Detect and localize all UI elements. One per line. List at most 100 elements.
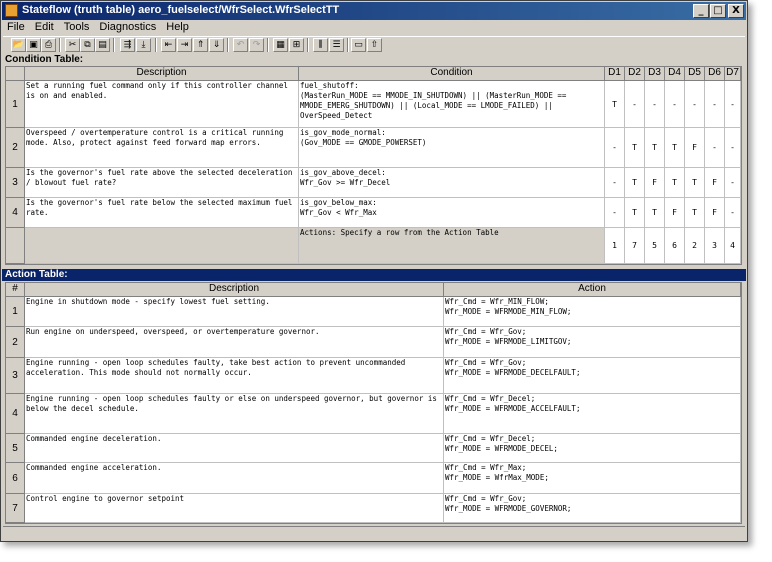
condition-description-cell[interactable]: Set a running fuel command only if this … [25,81,299,128]
decision-cell[interactable]: T [665,128,685,168]
cut-icon[interactable]: ✂ [65,38,80,52]
decision-cell[interactable]: F [705,198,725,228]
action-code-cell[interactable]: Wfr_Cmd = Wfr_Decel; Wfr_MODE = WFRMODE_… [444,394,741,434]
edit-data-icon[interactable]: ⇶ [120,38,135,52]
decision-cell[interactable]: - [605,168,625,198]
col-header-d6[interactable]: D6 [705,67,725,81]
maximize-button[interactable]: □ [710,4,726,18]
action-row-number[interactable]: 3 [6,358,25,394]
append-row-icon[interactable]: ⤓ [136,38,151,52]
action-description-cell[interactable]: Engine running - open loop schedules fau… [25,358,444,394]
condition-expression-cell[interactable]: is_gov_below_max: Wfr_Gov < Wfr_Max [299,198,605,228]
condition-expression-cell[interactable]: fuel_shutoff: (MasterRun_MODE == MMODE_I… [299,81,605,128]
insert-column-icon[interactable]: ⫼ [313,38,328,52]
decision-cell[interactable]: T [685,168,705,198]
decision-cell[interactable]: - [625,81,645,128]
decision-cell[interactable]: F [705,168,725,198]
action-code-cell[interactable]: Wfr_Cmd = Wfr_Gov; Wfr_MODE = WFRMODE_LI… [444,327,741,358]
decision-cell[interactable]: - [725,168,741,198]
decision-cell[interactable]: - [705,128,725,168]
decision-cell[interactable]: F [665,198,685,228]
action-row-number[interactable]: 1 [6,297,25,327]
action-row-number[interactable]: 5 [6,434,25,463]
menu-file[interactable]: File [2,20,30,34]
move-left-icon[interactable]: ⇤ [161,38,176,52]
decision-cell[interactable]: T [645,128,665,168]
decision-cell[interactable]: - [645,81,665,128]
condition-description-cell[interactable]: Is the governor's fuel rate above the se… [25,168,299,198]
decision-cell[interactable]: - [605,198,625,228]
move-up-icon[interactable]: ⇑ [193,38,208,52]
decision-cell[interactable]: - [725,81,741,128]
print-icon[interactable]: ⎙ [41,38,56,52]
action-code-cell[interactable]: Wfr_Cmd = Wfr_MIN_FLOW; Wfr_MODE = WFRMO… [444,297,741,327]
decision-cell[interactable]: - [725,128,741,168]
decision-cell[interactable]: - [685,81,705,128]
save-icon[interactable]: ▣ [26,38,41,52]
close-button[interactable]: X [728,4,744,18]
col-header-d7[interactable]: D7 [725,67,741,81]
col-header-description[interactable]: Description [25,67,299,81]
decision-cell[interactable]: F [645,168,665,198]
goto-parent-icon[interactable]: ⇧ [367,38,382,52]
title-bar[interactable]: Stateflow (truth table) aero_fuelselect/… [2,2,746,20]
decision-cell[interactable]: - [725,198,741,228]
decision-cell[interactable]: T [645,198,665,228]
redo-icon[interactable]: ↷ [249,38,264,52]
decision-cell[interactable]: T [625,168,645,198]
col-header-d1[interactable]: D1 [605,67,625,81]
action-selector-cell[interactable]: 3 [705,228,725,264]
open-icon[interactable]: 📂 [11,38,26,52]
col-header-d4[interactable]: D4 [665,67,685,81]
col-header-action[interactable]: Action [444,283,741,297]
action-selector-cell[interactable]: 7 [625,228,645,264]
action-description-cell[interactable]: Run engine on underspeed, overspeed, or … [25,327,444,358]
undo-icon[interactable]: ↶ [233,38,248,52]
condition-row-number[interactable]: 1 [6,81,25,128]
col-header-action-description[interactable]: Description [25,283,444,297]
decision-cell[interactable]: T [625,198,645,228]
condition-expression-cell[interactable]: is_gov_mode_normal: (Gov_MODE == GMODE_P… [299,128,605,168]
action-description-cell[interactable]: Commanded engine acceleration. [25,463,444,494]
action-row-number[interactable]: 2 [6,327,25,358]
decision-cell[interactable]: - [705,81,725,128]
decision-cell[interactable]: F [685,128,705,168]
menu-edit[interactable]: Edit [30,20,59,34]
condition-description-cell[interactable]: Overspeed / overtemperature control is a… [25,128,299,168]
action-row-number[interactable]: 6 [6,463,25,494]
decision-cell[interactable]: T [625,128,645,168]
minimize-button[interactable]: _ [693,4,709,18]
col-header-d5[interactable]: D5 [685,67,705,81]
action-code-cell[interactable]: Wfr_Cmd = Wfr_Gov; Wfr_MODE = WFRMODE_DE… [444,358,741,394]
condition-row-number[interactable]: 2 [6,128,25,168]
copy-icon[interactable]: ⧉ [80,38,95,52]
decision-cell[interactable]: T [665,168,685,198]
action-selector-cell[interactable]: 6 [665,228,685,264]
decision-cell[interactable]: - [605,128,625,168]
condition-description-cell[interactable]: Is the governor's fuel rate below the se… [25,198,299,228]
run-diagnostics-icon[interactable]: ⊞ [289,38,304,52]
action-row-number[interactable]: 4 [6,394,25,434]
check-table-icon[interactable]: ▦ [273,38,288,52]
condition-row-number[interactable]: 3 [6,168,25,198]
insert-row-icon[interactable]: ☰ [329,38,344,52]
condition-expression-cell[interactable]: is_gov_above_decel: Wfr_Gov >= Wfr_Decel [299,168,605,198]
paste-icon[interactable]: ▤ [95,38,110,52]
explorer-icon[interactable]: ▭ [351,38,366,52]
action-description-cell[interactable]: Engine running - open loop schedules fau… [25,394,444,434]
action-selector-cell[interactable]: 2 [685,228,705,264]
decision-cell[interactable]: T [685,198,705,228]
move-down-icon[interactable]: ⇓ [209,38,224,52]
menu-help[interactable]: Help [161,20,194,34]
action-row-number[interactable]: 7 [6,494,25,523]
action-selector-cell[interactable]: 4 [725,228,741,264]
action-description-cell[interactable]: Control engine to governor setpoint [25,494,444,523]
decision-cell[interactable]: - [665,81,685,128]
action-code-cell[interactable]: Wfr_Cmd = Wfr_Gov; Wfr_MODE = WFRMODE_GO… [444,494,741,523]
action-selector-cell[interactable]: 1 [605,228,625,264]
decision-cell[interactable]: T [605,81,625,128]
menu-diagnostics[interactable]: Diagnostics [94,20,161,34]
col-header-d3[interactable]: D3 [645,67,665,81]
condition-row-number[interactable]: 4 [6,198,25,228]
col-header-number[interactable]: # [6,283,25,297]
